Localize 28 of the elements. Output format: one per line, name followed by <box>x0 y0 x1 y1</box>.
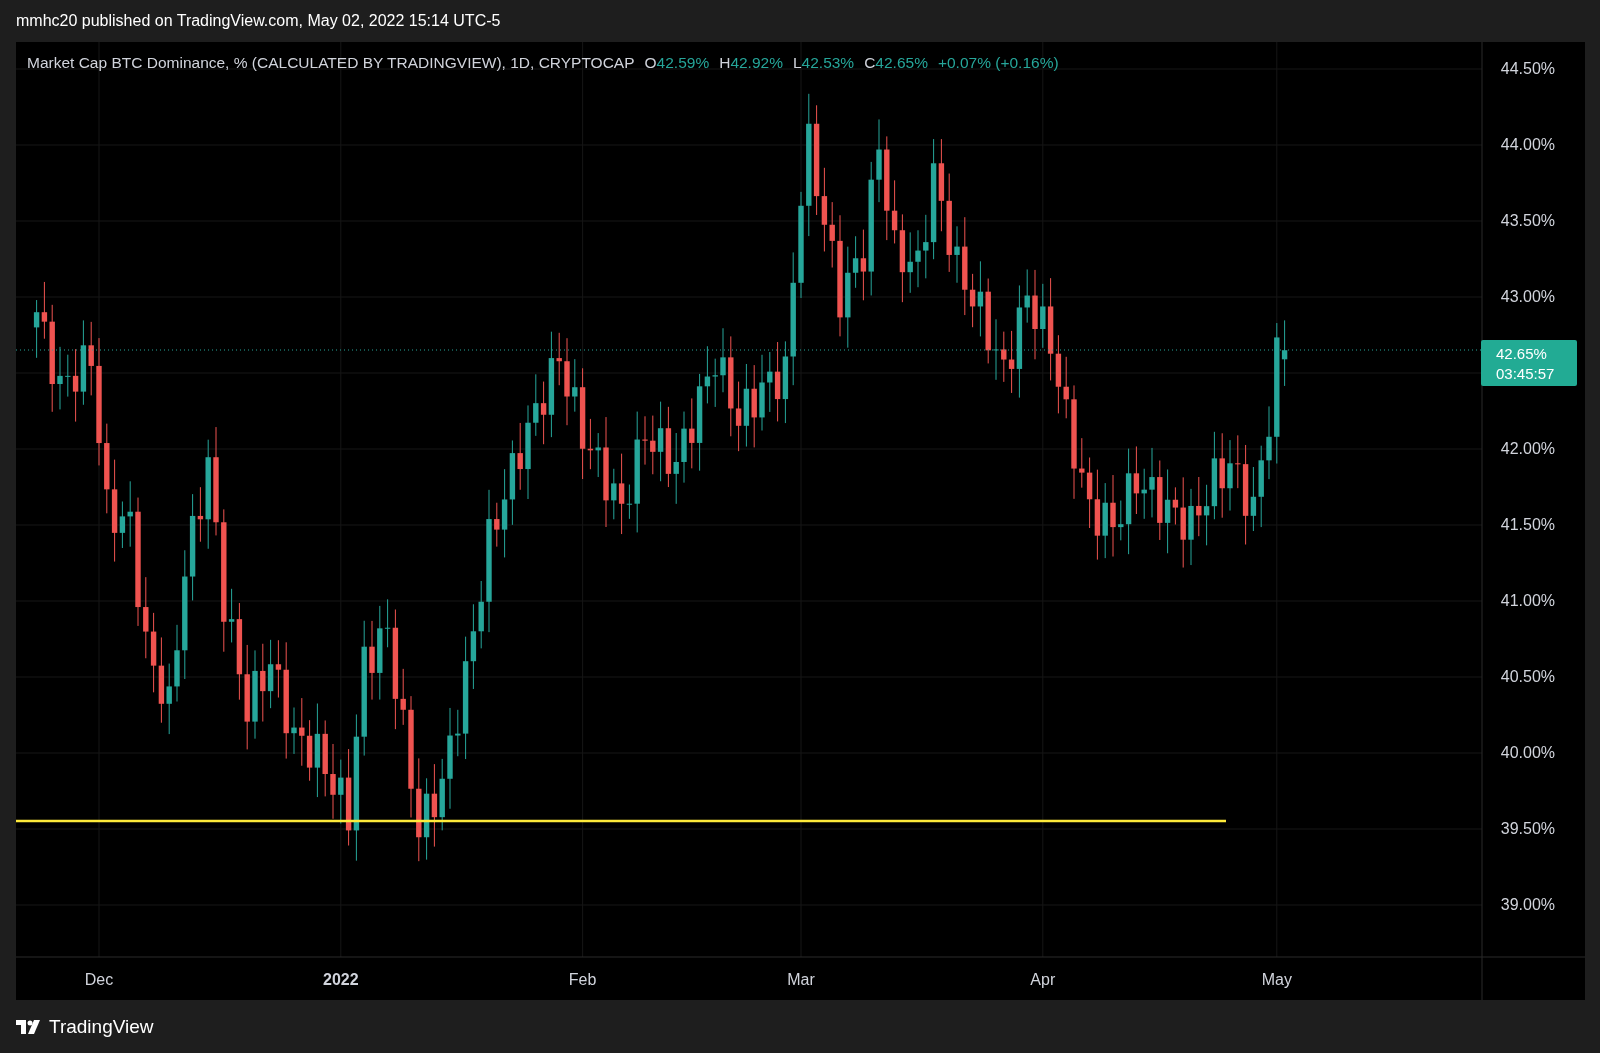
price-tick: 43.00% <box>1500 288 1555 305</box>
time-label: May <box>1261 971 1292 988</box>
publisher-info: mmhc20 published on TradingView.com, May 02, 2022 15:14 UTC-5 <box>16 12 501 30</box>
ohlc-value: C42.65% <box>864 54 928 72</box>
time-label: Feb <box>568 971 597 988</box>
ohlc-value: H42.92% <box>719 54 783 72</box>
time-label: 2022 <box>323 971 359 988</box>
price-tick: 41.00% <box>1500 592 1555 609</box>
ohlc-value: L42.53% <box>792 54 855 72</box>
price-tick: 40.00% <box>1500 744 1555 761</box>
ohlc-value: O42.59% <box>644 54 710 72</box>
last-price: 42.65% <box>1496 345 1547 362</box>
time-label: Apr <box>1030 971 1056 988</box>
price-tick: 44.00% <box>1500 136 1555 153</box>
price-tick: 42.00% <box>1500 440 1555 457</box>
price-tick: 39.50% <box>1500 820 1555 837</box>
price-change: +0.07% (+0.16%) <box>937 54 1059 72</box>
price-tick: 39.00% <box>1500 896 1555 913</box>
countdown: 03:45:57 <box>1496 365 1555 382</box>
logo-icon <box>16 1019 42 1034</box>
price-tick: 44.50% <box>1500 60 1555 77</box>
symbol-title: Market Cap BTC Dominance, % (CALCULATED BY TRADINGVIEW), 1D, CRYPTOCAP <box>27 54 635 72</box>
price-tick: 43.50% <box>1500 212 1555 229</box>
time-label: Mar <box>787 971 815 988</box>
brand-name: TradingView <box>49 1015 154 1038</box>
time-label: Dec <box>84 971 114 988</box>
price-tick: 41.50% <box>1500 516 1555 533</box>
price-tick: 40.50% <box>1500 668 1555 685</box>
